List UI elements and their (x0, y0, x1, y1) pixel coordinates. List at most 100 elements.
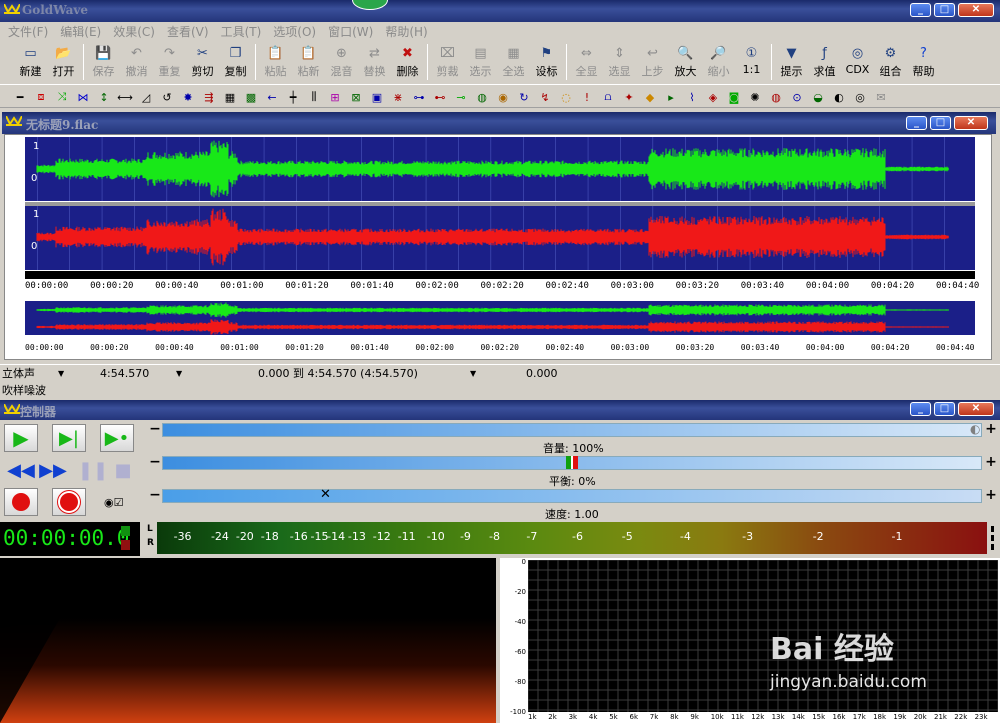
effect-41-icon[interactable]: ◎ (850, 87, 870, 107)
menu-item-1[interactable]: 编辑(E) (54, 24, 107, 40)
effect-16-icon[interactable]: ⊞ (325, 87, 345, 107)
speed-slider[interactable]: − ✕ + (146, 487, 1000, 506)
ctrl-close-button[interactable]: ✕ (958, 402, 994, 416)
effect-10-icon[interactable]: ⇶ (199, 87, 219, 107)
toolbar-button-18[interactable]: ↩ 上步 (636, 42, 669, 82)
status-selection[interactable]: 0.000 到 4:54.570 (4:54.570) ▼ (258, 365, 482, 383)
menu-item-6[interactable]: 窗口(W) (322, 24, 379, 40)
effect-40-icon[interactable]: ◐ (829, 87, 849, 107)
toolbar-button-1[interactable]: 📂 打开 (47, 42, 80, 82)
effect-26-icon[interactable]: ↯ (535, 87, 555, 107)
volume-minus-button[interactable]: − (148, 422, 162, 438)
toolbar-button-20[interactable]: 🔎 缩小 (702, 42, 735, 82)
effect-15-icon[interactable]: ⫼ (304, 87, 324, 107)
effect-12-icon[interactable]: ▩ (241, 87, 261, 107)
effect-8-icon[interactable]: ↺ (157, 87, 177, 107)
effect-11-icon[interactable]: ▦ (220, 87, 240, 107)
toolbar-button-3[interactable]: ↶ 撤消 (120, 42, 153, 82)
length-dropdown-icon[interactable]: ▼ (176, 365, 182, 383)
menu-item-4[interactable]: 工具(T) (215, 24, 268, 40)
effect-22-icon[interactable]: ⊸ (451, 87, 471, 107)
effect-17-icon[interactable]: ⊠ (346, 87, 366, 107)
toolbar-button-15[interactable]: ⚑ 设标 (530, 42, 563, 82)
menu-item-2[interactable]: 效果(C) (107, 24, 161, 40)
speed-knob-icon[interactable]: ✕ (320, 487, 331, 502)
effect-37-icon[interactable]: ◍ (766, 87, 786, 107)
menu-item-0[interactable]: 文件(F) (2, 24, 54, 40)
toolbar-button-25[interactable]: ⚙ 组合 (874, 42, 907, 82)
volume-knob-icon[interactable]: ◐ (970, 422, 980, 436)
toolbar-button-23[interactable]: ƒ 求值 (808, 42, 841, 82)
visual-left-panel[interactable] (0, 558, 496, 723)
effect-28-icon[interactable]: ! (577, 87, 597, 107)
balance-minus-button[interactable]: − (148, 455, 162, 471)
controller-title-bar[interactable]: 控制器 _ □ ✕ (0, 400, 1000, 420)
fast-forward-button[interactable]: ▶▶ (36, 456, 70, 484)
balance-knob-icon[interactable] (566, 456, 578, 469)
effect-7-icon[interactable]: ◿ (136, 87, 156, 107)
toolbar-button-11[interactable]: ✖ 删除 (391, 42, 424, 82)
effect-14-icon[interactable]: ┿ (283, 87, 303, 107)
toolbar-button-16[interactable]: ⇔ 全显 (570, 42, 603, 82)
rewind-button[interactable]: ◀◀ (4, 456, 38, 484)
toolbar-button-19[interactable]: 🔍 放大 (669, 42, 702, 82)
effect-31-icon[interactable]: ◆ (640, 87, 660, 107)
toolbar-button-10[interactable]: ⇄ 替换 (358, 42, 391, 82)
play-from-cursor-button[interactable]: ▶• (100, 424, 134, 452)
menu-item-7[interactable]: 帮助(H) (379, 24, 433, 40)
waveform-view[interactable] (5, 135, 991, 359)
play-selection-button[interactable]: ▶| (52, 424, 86, 452)
toolbar-button-0[interactable]: ▭ 新建 (14, 42, 47, 82)
effect-3-icon[interactable]: ⤨ (52, 87, 72, 107)
effect-29-icon[interactable]: ⩍ (598, 87, 618, 107)
effect-2-icon[interactable]: ⧈ (31, 87, 51, 107)
status-length[interactable]: 4:54.570 ▼ (100, 365, 188, 383)
close-button[interactable]: ✕ (958, 3, 994, 17)
menu-item-5[interactable]: 选项(O) (267, 24, 322, 40)
minimize-button[interactable]: _ (910, 3, 931, 17)
toolbar-button-2[interactable]: 💾 保存 (87, 42, 120, 82)
effect-38-icon[interactable]: ⊙ (787, 87, 807, 107)
speed-track[interactable] (162, 489, 982, 503)
balance-slider[interactable]: − + (146, 455, 1000, 473)
effect-27-icon[interactable]: ◌ (556, 87, 576, 107)
effect-25-icon[interactable]: ↻ (514, 87, 534, 107)
effect-36-icon[interactable]: ✺ (745, 87, 765, 107)
toolbar-button-7[interactable]: 📋 粘贴 (259, 42, 292, 82)
doc-close-button[interactable]: ✕ (954, 116, 988, 130)
effect-4-icon[interactable]: ⋈ (73, 87, 93, 107)
effect-20-icon[interactable]: ⊶ (409, 87, 429, 107)
toolbar-button-13[interactable]: ▤ 选示 (464, 42, 497, 82)
maximize-button[interactable]: □ (934, 3, 955, 17)
document-title-bar[interactable]: 无标题9.flac _ □ ✕ (2, 112, 996, 134)
balance-plus-button[interactable]: + (984, 455, 998, 471)
effect-6-icon[interactable]: ⟷ (115, 87, 135, 107)
record-selection-button[interactable] (52, 488, 86, 516)
doc-maximize-button[interactable]: □ (930, 116, 951, 130)
toolbar-button-4[interactable]: ↷ 重复 (153, 42, 186, 82)
toolbar-button-26[interactable]: ? 帮助 (907, 42, 940, 82)
toolbar-button-12[interactable]: ⌧ 剪裁 (431, 42, 464, 82)
effect-24-icon[interactable]: ◉ (493, 87, 513, 107)
toolbar-button-22[interactable]: ▼ 提示 (775, 42, 808, 82)
toolbar-button-6[interactable]: ❐ 复制 (219, 42, 252, 82)
status-channels[interactable]: 立体声 ▼ (2, 365, 70, 383)
speed-minus-button[interactable]: − (148, 488, 162, 504)
effect-23-icon[interactable]: ◍ (472, 87, 492, 107)
effect-13-icon[interactable]: ← (262, 87, 282, 107)
effect-39-icon[interactable]: ◒ (808, 87, 828, 107)
effect-30-icon[interactable]: ✦ (619, 87, 639, 107)
toolbar-button-5[interactable]: ✂ 剪切 (186, 42, 219, 82)
effect-1-icon[interactable]: ━ (10, 87, 30, 107)
effect-42-icon[interactable]: ✉ (871, 87, 891, 107)
monitor-toggle[interactable]: ◉☑ (104, 496, 134, 510)
toolbar-button-9[interactable]: ⊕ 混音 (325, 42, 358, 82)
effect-32-icon[interactable]: ▸ (661, 87, 681, 107)
effect-18-icon[interactable]: ▣ (367, 87, 387, 107)
effect-9-icon[interactable]: ✸ (178, 87, 198, 107)
toolbar-button-21[interactable]: ① 1:1 (735, 42, 768, 82)
record-button[interactable] (4, 488, 38, 516)
effect-33-icon[interactable]: ⌇ (682, 87, 702, 107)
toolbar-button-8[interactable]: 📋 粘新 (292, 42, 325, 82)
volume-plus-button[interactable]: + (984, 422, 998, 438)
